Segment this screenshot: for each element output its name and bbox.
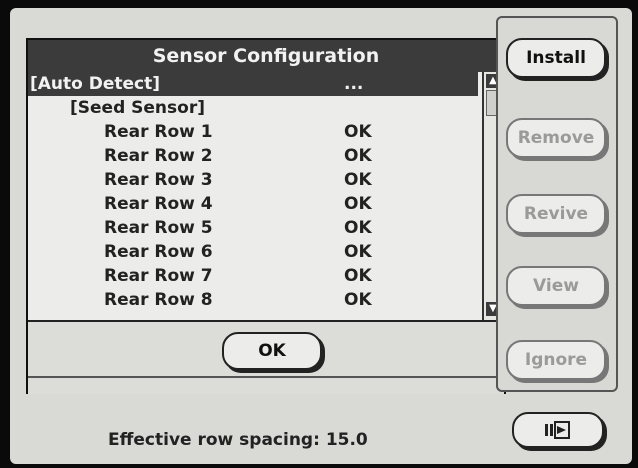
- row-name: Rear Row 4: [104, 194, 213, 214]
- view-button[interactable]: View: [506, 266, 606, 306]
- row-name: Rear Row 1: [104, 122, 213, 142]
- row-name: Rear Row 3: [104, 170, 213, 190]
- list-item[interactable]: Rear Row 7 OK: [28, 264, 478, 288]
- row-name: Rear Row 5: [104, 218, 213, 238]
- ignore-button[interactable]: Ignore: [506, 340, 606, 380]
- list-item[interactable]: Rear Row 2 OK: [28, 144, 478, 168]
- row-status: OK: [344, 170, 372, 190]
- row-name: [Auto Detect]: [30, 74, 161, 94]
- row-name: Rear Row 7: [104, 266, 213, 286]
- dialog-footer: OK: [28, 320, 504, 394]
- effective-row-spacing: Effective row spacing: 15.0: [108, 430, 368, 450]
- row-name: [Seed Sensor]: [70, 98, 205, 118]
- ok-button[interactable]: OK: [222, 332, 322, 370]
- revive-button[interactable]: Revive: [506, 194, 606, 234]
- install-button[interactable]: Install: [506, 38, 606, 78]
- row-status: ...: [344, 74, 364, 94]
- row-status: OK: [344, 122, 372, 142]
- row-status: OK: [344, 290, 372, 310]
- list-item[interactable]: Rear Row 4 OK: [28, 192, 478, 216]
- row-name: Rear Row 8: [104, 290, 213, 310]
- list-item[interactable]: Rear Row 6 OK: [28, 240, 478, 264]
- list-item[interactable]: Rear Row 5 OK: [28, 216, 478, 240]
- row-status: OK: [344, 146, 372, 166]
- list-item[interactable]: Rear Row 1 OK: [28, 120, 478, 144]
- row-status: OK: [344, 218, 372, 238]
- row-status: OK: [344, 266, 372, 286]
- row-status: OK: [344, 242, 372, 262]
- list-item-auto-detect[interactable]: [Auto Detect] ...: [28, 72, 478, 96]
- exit-button[interactable]: [512, 412, 604, 448]
- list-item[interactable]: Rear Row 3 OK: [28, 168, 478, 192]
- list-item-seed-sensor[interactable]: [Seed Sensor]: [28, 96, 478, 120]
- remove-button[interactable]: Remove: [506, 118, 606, 158]
- row-status: OK: [344, 194, 372, 214]
- divider: [28, 376, 504, 378]
- exit-door-icon: [545, 421, 570, 439]
- dialog-title: Sensor Configuration: [28, 40, 504, 72]
- row-name: Rear Row 2: [104, 146, 213, 166]
- side-button-panel: Install Remove Revive View Ignore: [496, 16, 618, 392]
- sensor-list: [Auto Detect] ... [Seed Sensor] Rear Row…: [28, 72, 504, 320]
- sensor-configuration-dialog: Sensor Configuration [Auto Detect] ... […: [26, 38, 506, 394]
- list-item[interactable]: Rear Row 8 OK: [28, 288, 478, 312]
- row-name: Rear Row 6: [104, 242, 213, 262]
